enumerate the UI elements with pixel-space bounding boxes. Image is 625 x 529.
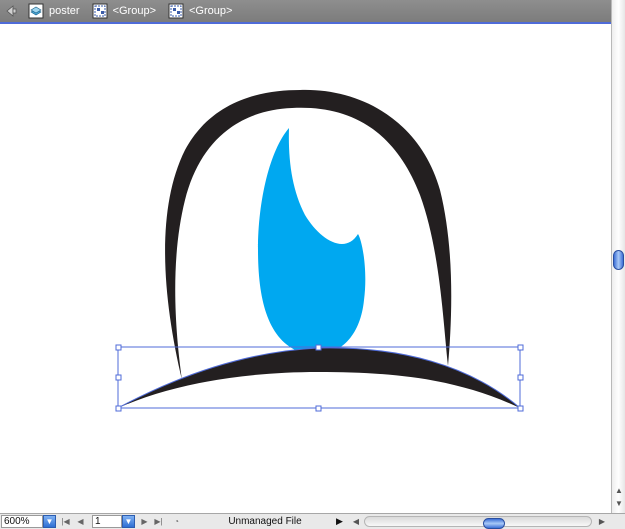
group-icon	[92, 3, 108, 19]
first-page-icon[interactable]: |◀	[60, 515, 71, 528]
selection-handle[interactable]	[517, 405, 524, 412]
status-arrow-icon[interactable]: ▶	[336, 515, 343, 528]
scroll-left-arrow-icon[interactable]: ◀	[350, 515, 362, 528]
breadcrumb-label: poster	[49, 5, 80, 17]
status-menu-icon[interactable]: ◔	[171, 515, 182, 528]
selection-handle[interactable]	[315, 405, 322, 412]
scroll-right-arrow-icon[interactable]: ▶	[596, 515, 608, 528]
breadcrumb-label: <Group>	[112, 5, 156, 17]
breadcrumb-label: <Group>	[189, 5, 233, 17]
previous-page-icon[interactable]: ◀	[75, 515, 86, 528]
group-icon	[168, 3, 184, 19]
horizontal-scroll-thumb[interactable]	[483, 518, 505, 529]
status-text: Unmanaged File	[228, 516, 302, 527]
page-number-field[interactable]: 1	[92, 515, 122, 528]
layer-stack-icon	[28, 3, 44, 19]
vertical-scrollbar[interactable]: ▲ ▼	[611, 0, 625, 513]
breadcrumb-item-group[interactable]: <Group>	[92, 3, 156, 19]
selection-handle[interactable]	[115, 344, 122, 351]
iris-shape[interactable]	[258, 128, 366, 355]
breadcrumb-item-group[interactable]: <Group>	[168, 3, 232, 19]
last-page-icon[interactable]: ▶|	[153, 515, 164, 528]
zoom-dropdown-icon[interactable]: ▼	[43, 515, 56, 528]
selection-handle[interactable]	[517, 374, 524, 381]
selection-handle[interactable]	[315, 344, 322, 351]
selection-handle[interactable]	[115, 405, 122, 412]
zoom-field[interactable]: 600%	[1, 515, 43, 528]
page-dropdown-icon[interactable]: ▼	[122, 515, 135, 528]
breadcrumb: poster <Group> <Group>	[0, 0, 612, 24]
next-page-icon[interactable]: ▶	[139, 515, 150, 528]
vertical-scroll-thumb[interactable]	[613, 250, 624, 270]
scroll-up-arrow-icon[interactable]: ▲	[614, 486, 624, 496]
selection-handle[interactable]	[517, 344, 524, 351]
breadcrumb-item-poster[interactable]: poster	[28, 3, 80, 19]
horizontal-scroll-track[interactable]	[364, 516, 592, 529]
scroll-down-arrow-icon[interactable]: ▼	[614, 499, 624, 509]
horizontal-scrollbar[interactable]: ◀ ▶	[350, 515, 608, 529]
selection-handle[interactable]	[115, 374, 122, 381]
artwork	[115, 89, 524, 412]
back-arrow-icon[interactable]	[0, 0, 22, 22]
artboard[interactable]	[0, 26, 611, 512]
status-bar: 600% ▼ |◀ ◀ 1 ▼ ▶ ▶| ◔ Unmanaged File ▶ …	[0, 513, 625, 529]
